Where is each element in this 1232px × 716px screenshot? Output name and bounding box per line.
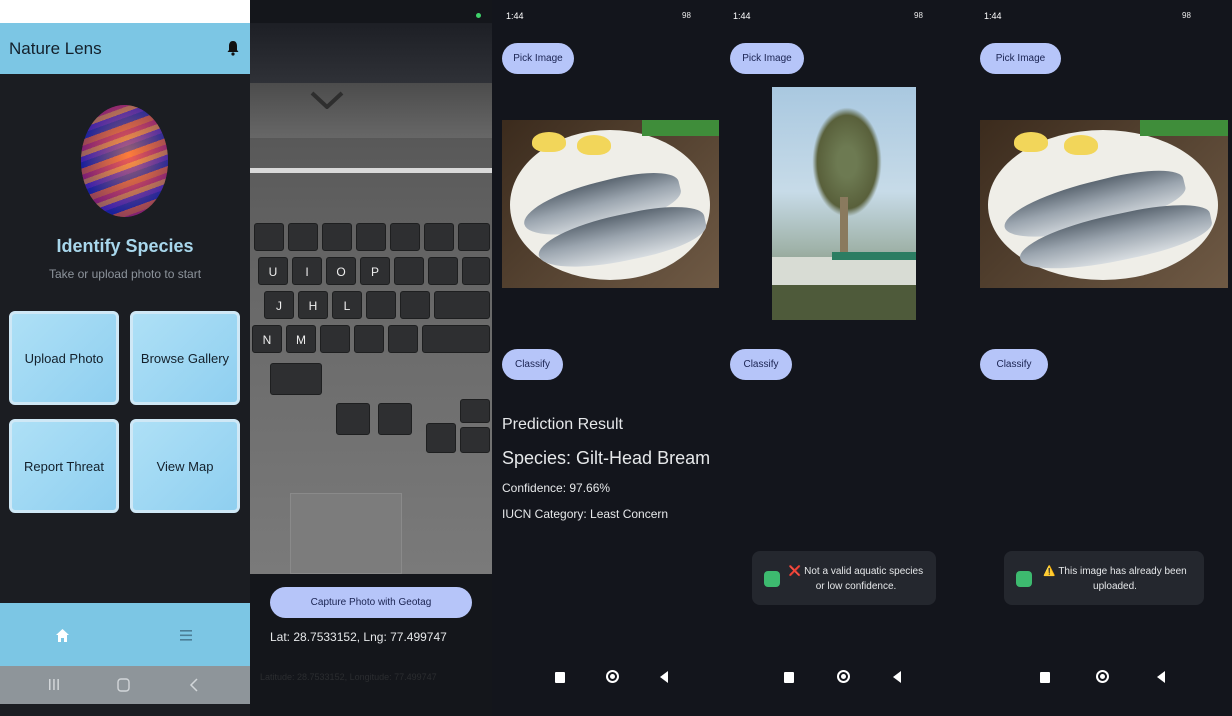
back-icon[interactable] (1157, 671, 1165, 683)
status-time: 1:44 (506, 11, 524, 21)
android-icon (764, 571, 780, 587)
recents-icon[interactable] (48, 678, 60, 691)
toast-message: ⚠️ This image has already been uploaded. (1004, 551, 1204, 605)
back-icon[interactable] (893, 671, 901, 683)
laptop-screen-edge (250, 23, 492, 83)
home-nav-icon[interactable] (117, 678, 130, 692)
capture-photo-button[interactable]: Capture Photo with Geotag (270, 587, 472, 618)
status-bar (0, 0, 250, 23)
trackpad (290, 493, 402, 574)
keyboard-key: I (292, 257, 322, 285)
toast-message: ❌ Not a valid aquatic species or low con… (752, 551, 936, 605)
upload-photo-button[interactable]: Upload Photo (9, 311, 119, 405)
recents-icon[interactable] (784, 672, 794, 683)
report-threat-button[interactable]: Report Threat (9, 419, 119, 513)
coordinates-faded-text: Latitude: 28.7533152, Longitude: 77.4997… (260, 672, 437, 682)
view-map-button[interactable]: View Map (130, 419, 240, 513)
pick-image-button[interactable]: Pick Image (980, 43, 1061, 74)
keyboard-key: J (264, 291, 294, 319)
classify-button[interactable]: Classify (980, 349, 1048, 380)
keyboard-key: M (286, 325, 316, 353)
status-time: 1:44 (733, 11, 751, 21)
bell-icon[interactable] (226, 40, 240, 56)
coordinates-text: Lat: 28.7533152, Lng: 77.499747 (270, 630, 447, 644)
hinge-highlight (250, 168, 492, 173)
classify-button[interactable]: Classify (730, 349, 792, 380)
avatar (81, 105, 168, 217)
keyboard-key: P (360, 257, 390, 285)
page-title: Identify Species (56, 236, 194, 256)
home-screen: Nature Lens Identify Species Take or upl… (0, 0, 250, 716)
back-icon[interactable] (189, 678, 199, 692)
chevron-down-icon (310, 91, 344, 109)
bottom-nav (0, 603, 250, 666)
iucn-text: IUCN Category: Least Concern (502, 507, 669, 521)
status-time: 1:44 (984, 11, 1002, 21)
home-nav-icon[interactable] (606, 670, 619, 683)
browse-gallery-button[interactable]: Browse Gallery (130, 311, 240, 405)
recents-icon[interactable] (1040, 672, 1050, 683)
invalid-species-screen: 1:44 98 Pick Image Classify ❌ Not a vali… (724, 0, 972, 716)
species-text: Species: Gilt-Head Bream (502, 448, 711, 468)
selected-image (772, 87, 916, 320)
android-icon (1016, 571, 1032, 587)
duplicate-image-screen: 1:44 98 Pick Image Classify ⚠️ This imag… (972, 0, 1232, 716)
classify-button[interactable]: Classify (502, 349, 563, 380)
keyboard-key: N (252, 325, 282, 353)
keyboard-key: O (326, 257, 356, 285)
laptop-hinge (250, 83, 492, 138)
keyboard-key: H (298, 291, 328, 319)
keyboard-key: U (258, 257, 288, 285)
camera-preview[interactable]: U I O P J H L N M (250, 23, 492, 574)
result-title: Prediction Result (502, 416, 623, 433)
pick-image-button[interactable]: Pick Image (502, 43, 574, 74)
battery-indicator: 98 (682, 11, 691, 20)
selected-image (502, 120, 719, 288)
confidence-text: Confidence: 97.66% (502, 481, 611, 495)
back-icon[interactable] (660, 671, 668, 683)
pick-image-button[interactable]: Pick Image (730, 43, 804, 74)
result-screen: 1:44 98 Pick Image Classify Prediction R… (492, 0, 724, 716)
camera-indicator-dot (476, 13, 481, 18)
battery-indicator: 98 (914, 11, 923, 20)
selected-image (980, 120, 1228, 288)
page-subtitle: Take or upload photo to start (48, 267, 202, 281)
home-icon[interactable] (55, 628, 70, 643)
battery-indicator: 98 (1182, 11, 1191, 20)
keyboard-key: L (332, 291, 362, 319)
home-nav-icon[interactable] (1096, 670, 1109, 683)
app-title: Nature Lens (9, 39, 102, 58)
camera-screen: U I O P J H L N M Capture Photo with Geo… (250, 0, 492, 716)
recents-icon[interactable] (555, 672, 565, 683)
home-nav-icon[interactable] (837, 670, 850, 683)
menu-icon[interactable] (180, 630, 192, 641)
